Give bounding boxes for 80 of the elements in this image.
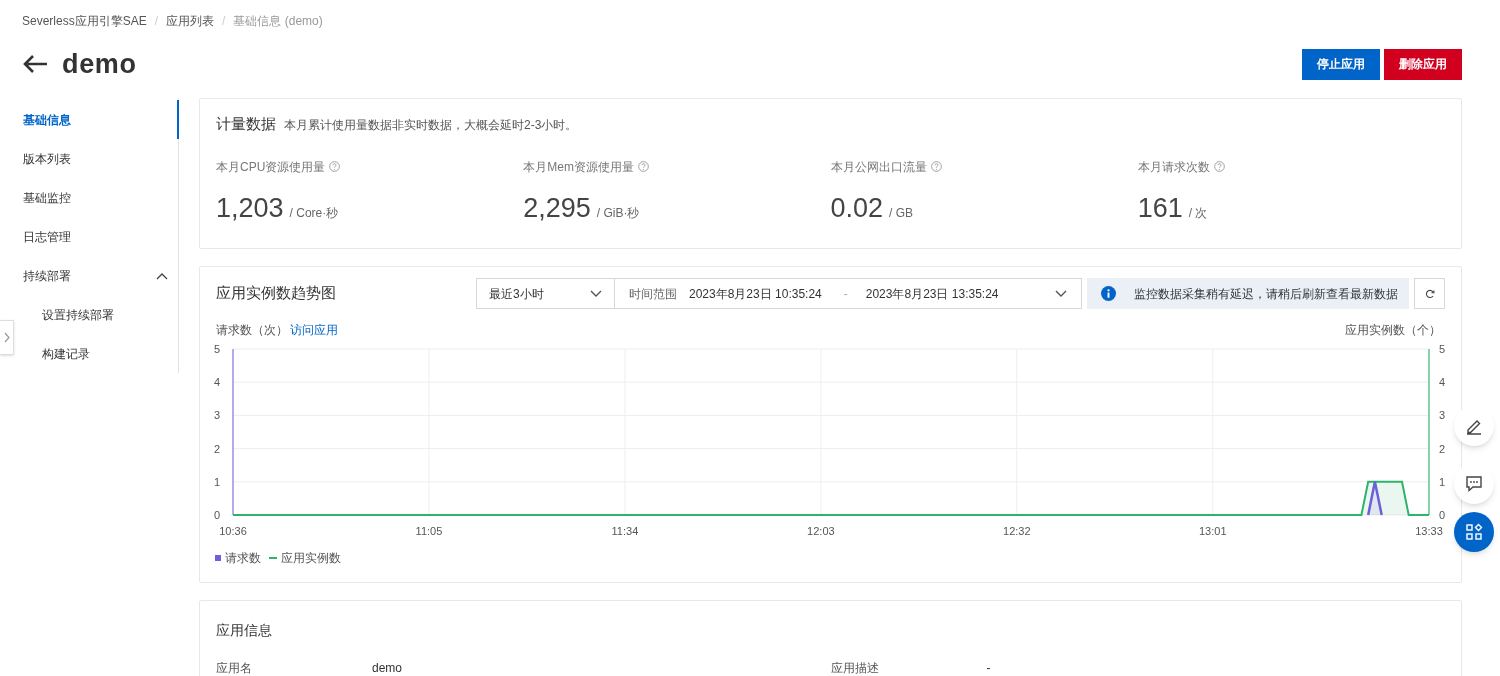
metric-value: 1,203 xyxy=(216,191,284,225)
sidebar-item[interactable]: 基础监控 xyxy=(23,178,178,217)
legend-label: 请求数 xyxy=(225,550,261,567)
field-value: - xyxy=(986,660,991,676)
sidebar-item[interactable]: 设置持续部署 xyxy=(42,295,178,334)
tick-label: 12:03 xyxy=(807,525,835,537)
sidebar-item[interactable]: 日志管理 xyxy=(23,217,178,256)
metric-value: 2,295 xyxy=(523,191,591,225)
refresh-icon xyxy=(1424,288,1435,299)
breadcrumb-link[interactable]: Severless应用引擎SAE xyxy=(22,12,147,30)
notice-text: 监控数据采集稍有延迟，请稍后刷新查看最新数据 xyxy=(1134,285,1398,303)
tick-label: 11:34 xyxy=(611,525,639,537)
tick-label: 2 xyxy=(213,442,220,455)
page-title: demo xyxy=(62,47,137,81)
chevron-up-icon xyxy=(156,271,168,280)
breadcrumb-link[interactable]: 应用列表 xyxy=(166,12,215,30)
metric-unit: / GB xyxy=(889,204,914,222)
metric-value: 0.02 xyxy=(830,191,884,225)
note-text: 本月累计使用量数据非实时数据，大概会延时2-3小时。 xyxy=(284,117,578,134)
axis-label: 请求数（次） xyxy=(216,322,288,339)
chevron-down-icon xyxy=(1055,289,1067,298)
tick-label: 0 xyxy=(213,509,220,521)
card-title: 应用实例数趋势图 xyxy=(216,283,336,304)
metric-unit: / Core·秒 xyxy=(289,204,339,222)
refresh-button[interactable] xyxy=(1414,278,1445,309)
metric-label: 本月Mem资源使用量 xyxy=(523,158,634,176)
metric-unit: / 次 xyxy=(1188,204,1208,222)
apps-icon xyxy=(1465,523,1483,541)
tick-label: 1 xyxy=(213,475,220,488)
feedback-button[interactable] xyxy=(1454,464,1494,504)
tick-label: 3 xyxy=(213,409,220,422)
sidebar-item[interactable]: 构建记录 xyxy=(42,334,178,373)
breadcrumb-separator: / xyxy=(222,13,226,30)
help-icon[interactable] xyxy=(930,161,942,172)
tick-label: 10:36 xyxy=(219,525,247,537)
tick-label: 4 xyxy=(1439,376,1446,389)
tick-label: 11:05 xyxy=(415,525,443,537)
tick-label: 0 xyxy=(1439,509,1446,521)
field-label: 应用名 xyxy=(216,660,253,676)
metric-unit: / GiB·秒 xyxy=(596,204,640,222)
breadcrumb-separator: / xyxy=(154,13,159,30)
sidebar-toggle[interactable] xyxy=(0,320,14,355)
help-icon[interactable] xyxy=(1213,161,1225,172)
sidebar-item[interactable]: 基础信息 xyxy=(23,100,179,139)
tick-label: 3 xyxy=(1439,409,1446,422)
apps-button[interactable] xyxy=(1454,512,1494,552)
tick-label: 13:33 xyxy=(1415,525,1443,537)
field-label: 应用描述 xyxy=(830,660,880,676)
tick-label: 5 xyxy=(1439,343,1446,355)
edit-button[interactable] xyxy=(1454,406,1494,446)
chat-icon xyxy=(1465,475,1483,493)
tick-label: 1 xyxy=(1439,475,1446,488)
tick-label: 2 xyxy=(1439,442,1446,455)
card-title: 计量数据 xyxy=(216,114,276,134)
chevron-down-icon xyxy=(590,289,602,298)
tick-label: 5 xyxy=(213,343,220,355)
metric-label: 本月CPU资源使用量 xyxy=(216,158,326,176)
visit-app-link[interactable]: 访问应用 xyxy=(290,321,338,339)
help-icon[interactable] xyxy=(329,161,341,172)
metric-value: 161 xyxy=(1137,191,1183,225)
action-button[interactable]: 停止应用 xyxy=(1302,48,1380,80)
help-icon[interactable] xyxy=(637,161,649,172)
tick-label: 13:01 xyxy=(1199,525,1227,537)
action-button[interactable]: 删除应用 xyxy=(1384,48,1462,80)
axis-label: 应用实例数（个） xyxy=(1345,322,1441,339)
chevron-right-icon xyxy=(3,332,10,343)
info-icon xyxy=(1101,286,1116,301)
time-range-picker[interactable]: 时间范围 2023年8月23日 10:35:24 - 2023年8月23日 13:35:24 xyxy=(615,278,1082,309)
tick-label: 4 xyxy=(213,376,220,389)
breadcrumb-current: 基础信息 (demo) xyxy=(233,13,323,30)
range-select[interactable]: 最近3小时 xyxy=(476,278,615,309)
field-value: demo xyxy=(372,660,403,676)
sidebar-item[interactable]: 持续部署 xyxy=(23,256,178,295)
card-title: 应用信息 xyxy=(216,621,273,640)
metric-label: 本月请求次数 xyxy=(1137,158,1210,176)
sidebar-item[interactable]: 版本列表 xyxy=(23,139,178,178)
metric-label: 本月公网出口流量 xyxy=(830,158,927,176)
back-arrow-icon[interactable] xyxy=(22,54,48,74)
tick-label: 12:32 xyxy=(1003,525,1031,537)
legend-label: 应用实例数 xyxy=(281,550,341,567)
